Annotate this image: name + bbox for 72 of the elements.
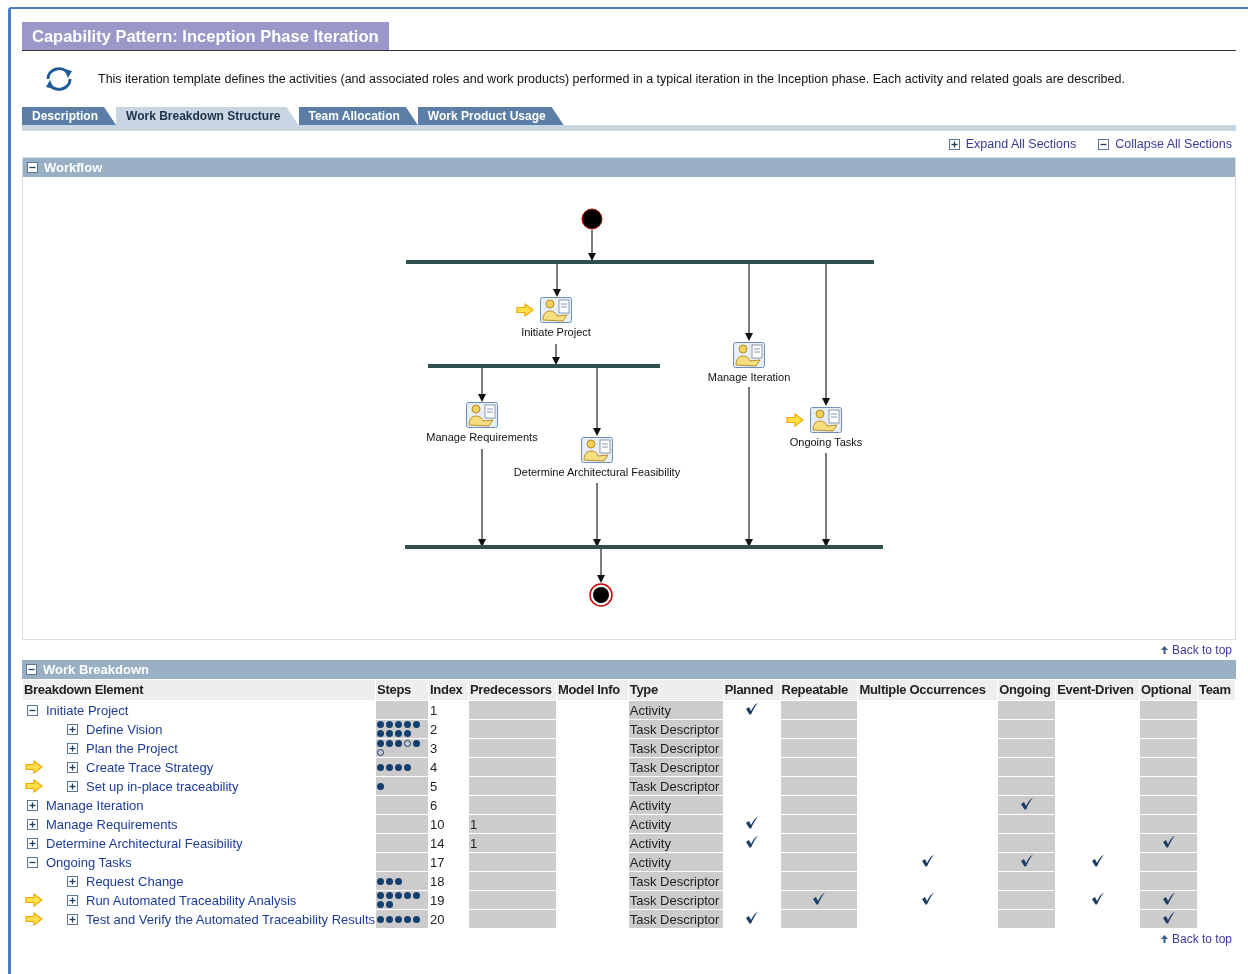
element-link[interactable]: Ongoing Tasks: [46, 853, 132, 871]
expand-icon[interactable]: [67, 780, 78, 792]
element-link[interactable]: Test and Verify the Automated Traceability Results: [86, 910, 376, 928]
activity-icon: [540, 297, 572, 323]
collapse-icon[interactable]: [27, 162, 38, 173]
connector-arrow: [552, 343, 560, 365]
element-link[interactable]: Set up in-place traceability: [86, 777, 239, 795]
node-label[interactable]: Manage Requirements: [426, 430, 538, 444]
expand-icon[interactable]: [67, 723, 78, 735]
node-label[interactable]: Initiate Project: [521, 325, 591, 339]
collapse-all-link[interactable]: Collapse All Sections: [1098, 134, 1232, 154]
tab[interactable]: Team Allocation: [298, 107, 418, 125]
connector-arrow: [588, 229, 596, 261]
expand-icon[interactable]: [67, 875, 78, 887]
activity-icon: [810, 407, 842, 433]
collapse-icon[interactable]: [27, 704, 38, 716]
tab[interactable]: Work Breakdown Structure: [116, 107, 299, 125]
back-to-top-link[interactable]: Back to top: [1160, 641, 1232, 659]
tab[interactable]: Work Product Usage: [417, 107, 564, 125]
expand-icon[interactable]: [67, 913, 78, 925]
column-header: Event-Driven: [1055, 679, 1140, 701]
expand-all-link[interactable]: Expand All Sections: [948, 134, 1077, 154]
element-link[interactable]: Manage Iteration: [46, 796, 144, 814]
expand-icon[interactable]: [67, 761, 78, 773]
activity-icon: [581, 437, 613, 463]
element-link[interactable]: Request Change: [86, 872, 184, 890]
section-title: Workflow: [44, 158, 103, 177]
collapse-icon[interactable]: [1098, 138, 1110, 150]
collapse-icon[interactable]: [26, 664, 37, 675]
column-header: Repeatable: [780, 679, 858, 701]
element-link[interactable]: Define Vision: [86, 720, 163, 738]
connector-arrow: [593, 367, 601, 436]
element-link[interactable]: Create Trace Strategy: [86, 758, 214, 776]
expand-icon[interactable]: [67, 742, 78, 754]
column-header: Predecessors: [468, 679, 557, 701]
expand-icon[interactable]: [27, 818, 38, 830]
up-arrow-icon: [1160, 646, 1168, 654]
column-header: Planned: [723, 679, 781, 701]
page-title: Capability Pattern: Inception Phase Iteration: [22, 22, 389, 50]
element-link[interactable]: Run Automated Traceability Analysis: [86, 891, 297, 909]
column-header: Optional: [1139, 679, 1198, 701]
end-node: [589, 583, 613, 607]
collapse-icon[interactable]: [27, 856, 38, 868]
activity-icon: [733, 342, 765, 368]
column-header: Breakdown Element: [22, 679, 376, 701]
element-link[interactable]: Determine Architectural Feasibility: [46, 834, 243, 852]
column-header: Type: [628, 679, 724, 701]
up-arrow-icon: [1160, 935, 1168, 943]
node-label[interactable]: Ongoing Tasks: [789, 435, 863, 449]
connector-arrow: [553, 263, 561, 297]
column-header: Ongoing: [997, 679, 1056, 701]
column-header: Model Info: [556, 679, 629, 701]
column-header: Team: [1197, 679, 1236, 701]
activity-icon: [466, 402, 498, 428]
back-to-top-link[interactable]: Back to top: [1160, 930, 1232, 948]
tab[interactable]: Description: [22, 107, 116, 125]
expand-icon[interactable]: [27, 837, 38, 849]
column-header: Multiple Occurrences: [857, 679, 998, 701]
column-header: Index: [428, 679, 469, 701]
expand-icon[interactable]: [27, 799, 38, 811]
element-link[interactable]: Manage Requirements: [46, 815, 178, 833]
node-label[interactable]: Determine Architectural Feasibility: [513, 465, 681, 479]
element-link[interactable]: Plan the Project: [86, 739, 178, 757]
column-header: Steps: [375, 679, 429, 701]
description-text: This iteration template defines the activities (and associated roles and work products) performed in a typical iteration in the Inception phase. Each activity and related goals are described.: [98, 70, 1125, 88]
expand-icon[interactable]: [67, 894, 78, 906]
element-link[interactable]: Initiate Project: [46, 701, 129, 719]
node-label[interactable]: Manage Iteration: [707, 370, 791, 384]
start-node: [581, 208, 603, 230]
connector-arrow: [478, 367, 486, 402]
expand-icon[interactable]: [948, 138, 960, 150]
section-title: Work Breakdown: [43, 660, 149, 679]
